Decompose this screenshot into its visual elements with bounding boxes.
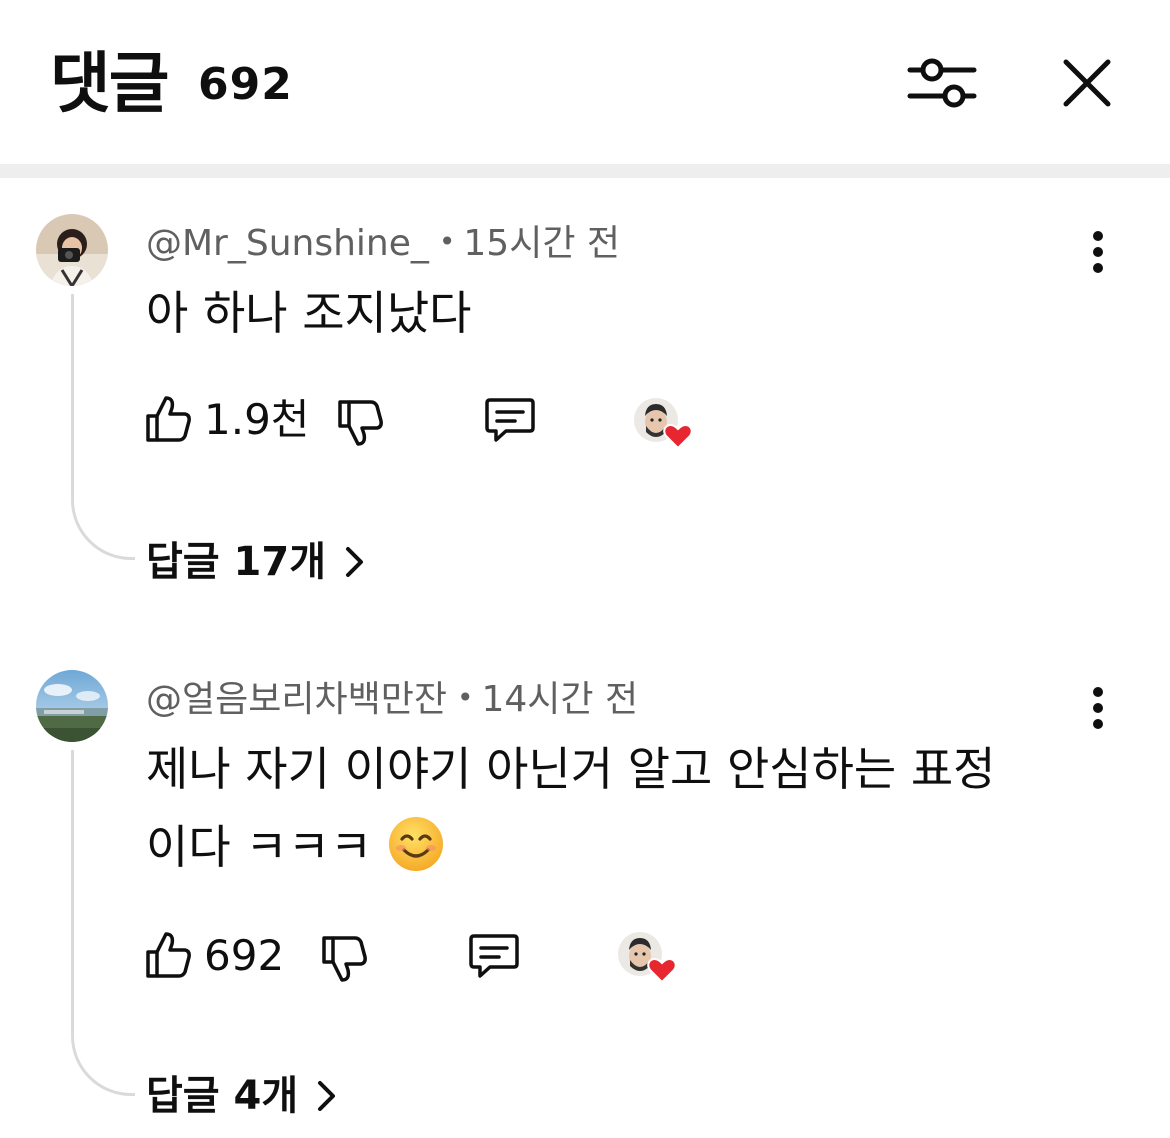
smiling-face-emoji-icon — [387, 815, 445, 873]
header-divider — [0, 164, 1170, 178]
comment-time[interactable]: 14시간 전 — [481, 679, 638, 720]
like-count: 1.9천 — [204, 395, 310, 444]
comment-text-span: 이다 ㅋㅋㅋ — [146, 820, 373, 874]
comment-icon — [469, 934, 519, 978]
thread-line — [71, 294, 135, 560]
comment-count: 692 — [198, 59, 293, 110]
comment-text: 아 하나 조지났다 — [146, 286, 472, 340]
reply-button[interactable] — [484, 396, 536, 448]
comment-time[interactable]: 15시간 전 — [463, 223, 620, 264]
comments-header: 댓글 692 — [0, 0, 1170, 164]
comment-text: 제나 자기 이야기 아닌거 알고 안심하는 표정 이다 ㅋㅋㅋ — [146, 730, 1106, 886]
creator-heart-badge — [616, 930, 680, 990]
avatar[interactable] — [36, 214, 108, 286]
replies-label: 답글 4개 — [146, 1073, 299, 1119]
comment-meta: @Mr_Sunshine_ • 15시간 전 — [146, 218, 620, 268]
thumbs-up-icon — [146, 932, 191, 978]
thumbs-down-icon — [322, 936, 367, 982]
meta-separator: • — [438, 225, 456, 258]
avatar[interactable] — [36, 670, 108, 742]
page-title: 댓글 — [50, 45, 169, 122]
replies-label: 답글 17개 — [146, 539, 326, 585]
like-count: 692 — [204, 931, 285, 980]
like-button[interactable] — [144, 394, 192, 448]
comment-text-line: 제나 자기 이야기 아닌거 알고 안심하는 표정 — [146, 742, 996, 796]
dislike-button[interactable] — [320, 934, 368, 988]
sliders-icon — [907, 58, 977, 108]
thumbs-up-icon — [146, 396, 191, 442]
close-icon — [1063, 59, 1111, 107]
comment-meta: @얼음보리차백만잔 • 14시간 전 — [146, 674, 638, 724]
filter-button[interactable] — [904, 50, 980, 116]
author-name[interactable]: @Mr_Sunshine_ — [146, 223, 429, 264]
close-button[interactable] — [1058, 54, 1116, 112]
comment-text-line: 이다 ㅋㅋㅋ — [146, 808, 1106, 886]
author-name[interactable]: @얼음보리차백만잔 — [146, 679, 447, 720]
chevron-right-icon — [344, 538, 366, 594]
thread-line — [71, 750, 135, 1096]
chevron-right-icon — [316, 1072, 338, 1128]
thumbs-down-icon — [338, 400, 383, 446]
creator-heart-badge — [632, 396, 696, 456]
view-replies-button[interactable]: 답글 17개 — [146, 534, 366, 594]
view-replies-button[interactable]: 답글 4개 — [146, 1068, 338, 1128]
like-button[interactable] — [144, 930, 192, 984]
dislike-button[interactable] — [336, 398, 384, 452]
comment-icon — [485, 398, 535, 442]
reply-button[interactable] — [468, 932, 520, 984]
meta-separator: • — [456, 681, 474, 714]
